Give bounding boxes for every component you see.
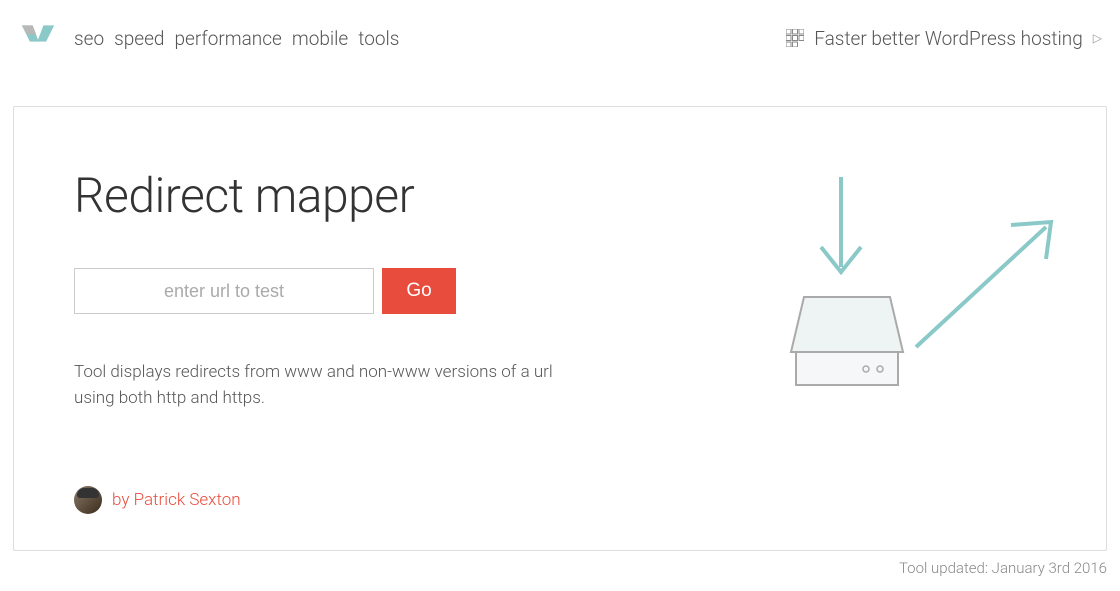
nav-tools[interactable]: tools <box>358 27 399 50</box>
nav-mobile[interactable]: mobile <box>292 27 348 50</box>
main-card: Redirect mapper Go Tool displays redirec… <box>13 106 1107 551</box>
url-input[interactable] <box>74 268 374 314</box>
grid-icon[interactable] <box>786 29 804 47</box>
input-row: Go <box>74 268 594 314</box>
promo-link[interactable]: Faster better WordPress hosting <box>814 27 1083 50</box>
logo-icon[interactable] <box>20 20 56 56</box>
server-redirect-illustration <box>706 157 1086 477</box>
page-title: Redirect mapper <box>74 167 594 224</box>
nav-performance[interactable]: performance <box>175 27 282 50</box>
tool-description: Tool displays redirects from www and non… <box>74 360 594 411</box>
left-column: Redirect mapper Go Tool displays redirec… <box>74 167 594 481</box>
header-right: Faster better WordPress hosting ▷ <box>786 27 1102 50</box>
chevron-right-icon: ▷ <box>1093 31 1102 45</box>
nav-speed[interactable]: speed <box>114 27 164 50</box>
footer-updated: Tool updated: January 3rd 2016 <box>899 559 1107 577</box>
header: seo speed performance mobile tools Faste… <box>0 0 1120 76</box>
author-avatar <box>74 486 102 514</box>
header-left: seo speed performance mobile tools <box>20 20 399 56</box>
author-link[interactable]: by Patrick Sexton <box>112 490 241 510</box>
right-column <box>666 167 1046 481</box>
card-content: Redirect mapper Go Tool displays redirec… <box>74 167 1046 481</box>
nav-seo[interactable]: seo <box>74 27 104 50</box>
nav-links: seo speed performance mobile tools <box>74 27 399 50</box>
author-row: by Patrick Sexton <box>74 486 241 514</box>
go-button[interactable]: Go <box>382 268 456 314</box>
